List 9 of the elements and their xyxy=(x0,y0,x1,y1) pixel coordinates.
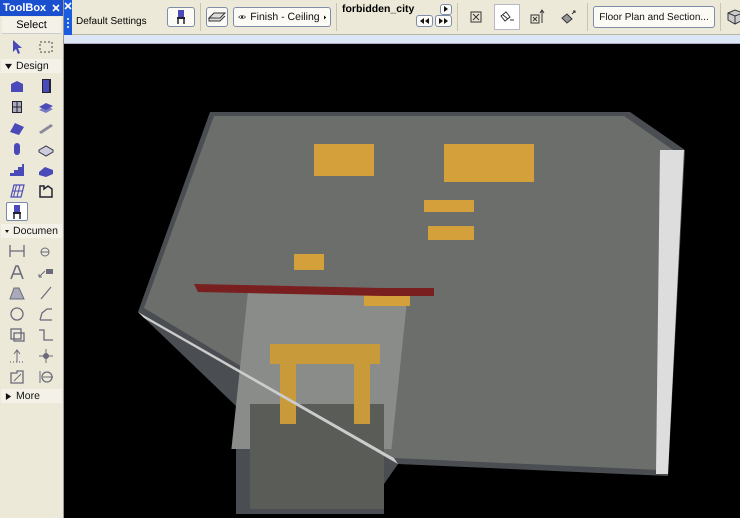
select-label: Select xyxy=(2,17,61,34)
finish-dropdown[interactable]: Finish - Ceiling xyxy=(233,7,331,28)
project-name: forbidden_city xyxy=(342,3,414,15)
section-header[interactable]: More xyxy=(1,389,62,403)
panel-title: ToolBox xyxy=(3,2,46,14)
section-header[interactable]: Documen xyxy=(1,224,62,238)
settings-label: Default Settings xyxy=(76,16,148,27)
section-header[interactable]: Design xyxy=(1,59,62,73)
view-button[interactable]: Floor Plan and Section... xyxy=(593,6,715,28)
